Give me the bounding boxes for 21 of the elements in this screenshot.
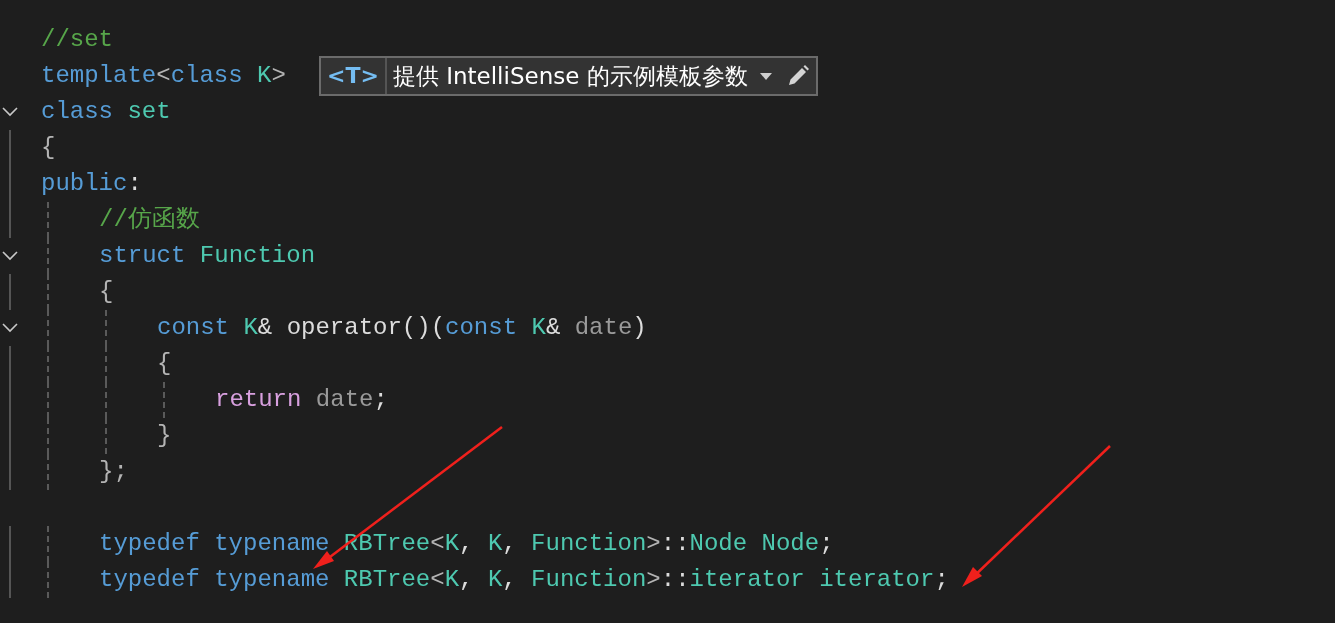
dropdown-caret-icon[interactable] bbox=[759, 72, 772, 80]
code-line: public: bbox=[41, 169, 142, 199]
code-line: //仿函数 bbox=[99, 205, 200, 235]
code-line: }; bbox=[99, 457, 128, 487]
code-line: { bbox=[157, 349, 172, 379]
code-line: class set bbox=[41, 97, 171, 127]
code-line: } bbox=[157, 421, 172, 451]
code-line: return date; bbox=[215, 385, 388, 415]
collapse-chevron-icon[interactable] bbox=[2, 251, 18, 261]
code-line: typedef typename RBTree<K, K, Function>::Node Node; bbox=[99, 529, 834, 559]
collapse-chevron-icon[interactable] bbox=[2, 107, 18, 117]
code-line: { bbox=[99, 277, 114, 307]
code-line: typedef typename RBTree<K, K, Function>::iterator iterator; bbox=[99, 565, 949, 595]
template-bar-label: 提供 IntelliSense 的示例模板参数 bbox=[391, 61, 749, 91]
code-line: { bbox=[41, 133, 56, 163]
collapse-chevron-icon[interactable] bbox=[2, 323, 18, 333]
code-line: const K& operator()(const K& date) bbox=[157, 313, 647, 343]
code-line: //set bbox=[41, 25, 113, 55]
code-line: template<class K> bbox=[41, 61, 286, 91]
template-icon-label[interactable]: <T> bbox=[321, 58, 387, 94]
code-line: struct Function bbox=[99, 241, 316, 271]
